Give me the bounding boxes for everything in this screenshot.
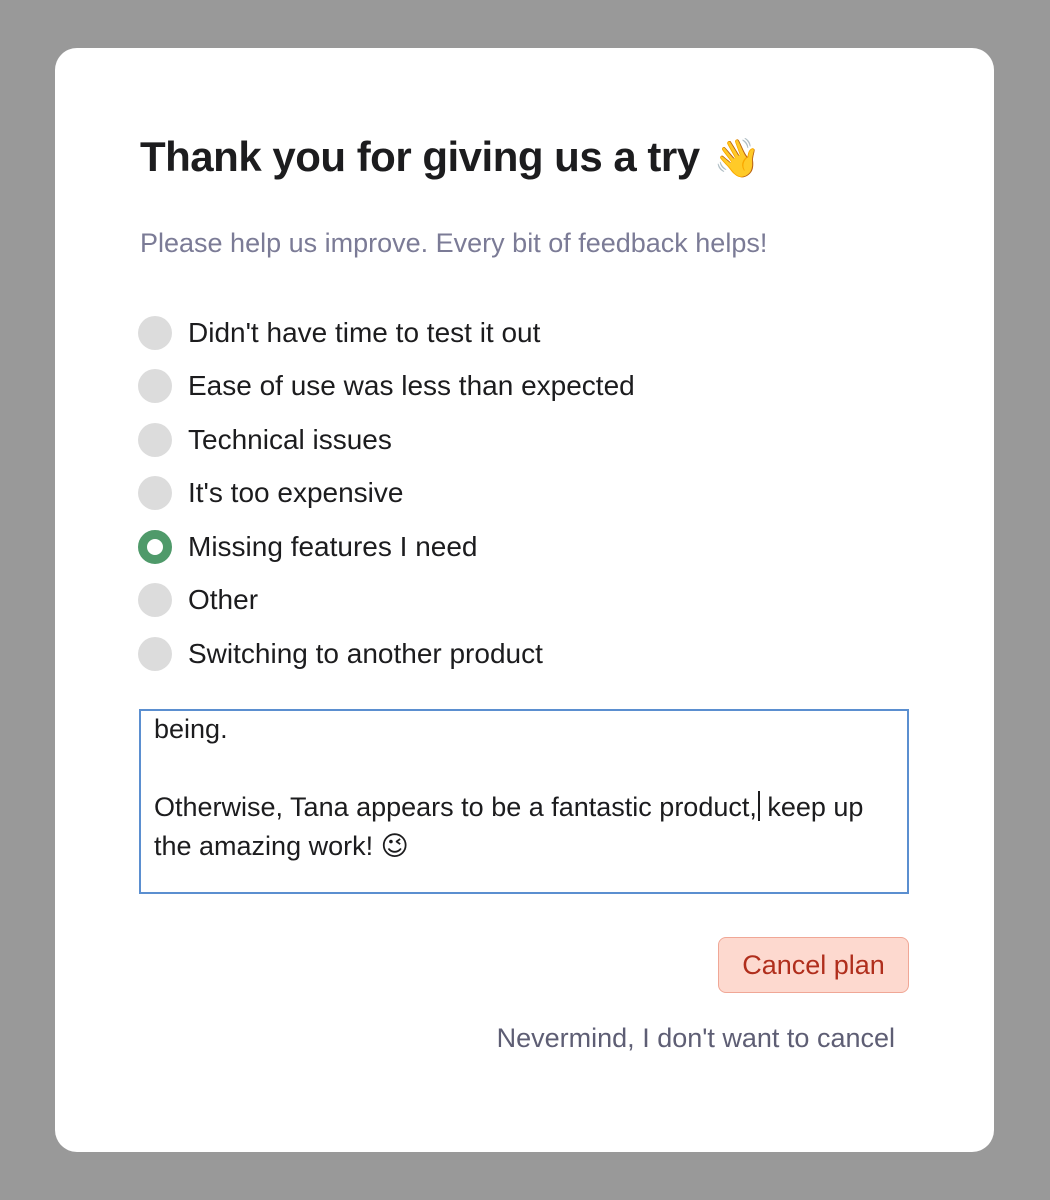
dialog-title: Thank you for giving us a try 👋 bbox=[140, 133, 761, 181]
radio-button[interactable] bbox=[138, 636, 172, 671]
reason-option-label: Switching to another product bbox=[188, 637, 543, 669]
reason-option-missing-features[interactable]: Missing features I need bbox=[138, 520, 898, 574]
reason-option-other[interactable]: Other bbox=[138, 574, 898, 628]
reason-option-ease-of-use[interactable]: Ease of use was less than expected bbox=[138, 360, 898, 414]
radio-button[interactable] bbox=[138, 315, 172, 350]
radio-button[interactable] bbox=[138, 369, 172, 404]
radio-button[interactable] bbox=[138, 583, 172, 618]
reason-option-too-expensive[interactable]: It's too expensive bbox=[138, 467, 898, 521]
reason-option-no-time[interactable]: Didn't have time to test it out bbox=[138, 306, 898, 360]
radio-button-selected[interactable] bbox=[138, 529, 172, 564]
feedback-textarea[interactable]: led me to decide to return to my Obsidia… bbox=[139, 709, 909, 894]
cancel-reason-radio-group: Didn't have time to test it out Ease of … bbox=[138, 306, 898, 681]
reason-option-label: Technical issues bbox=[188, 423, 392, 455]
radio-button[interactable] bbox=[138, 422, 172, 457]
reason-option-switching-product[interactable]: Switching to another product bbox=[138, 627, 898, 681]
reason-option-label: Other bbox=[188, 584, 259, 616]
reason-option-label: Missing features I need bbox=[188, 530, 478, 562]
reason-option-label: It's too expensive bbox=[188, 477, 404, 509]
feedback-text: led me to decide to return to my Obsidia… bbox=[154, 711, 889, 866]
cancel-plan-dialog: Thank you for giving us a try 👋 Please he… bbox=[55, 48, 994, 1152]
reason-option-label: Ease of use was less than expected bbox=[188, 370, 635, 402]
dialog-title-text: Thank you for giving us a try bbox=[140, 133, 700, 180]
waving-hand-icon: 👋 bbox=[713, 138, 761, 180]
reason-option-technical-issues[interactable]: Technical issues bbox=[138, 413, 898, 467]
dialog-subtitle: Please help us improve. Every bit of fee… bbox=[140, 228, 768, 258]
radio-button[interactable] bbox=[138, 476, 172, 511]
reason-option-label: Didn't have time to test it out bbox=[188, 316, 541, 348]
nevermind-link[interactable]: Nevermind, I don't want to cancel bbox=[445, 1023, 895, 1054]
cancel-plan-button[interactable]: Cancel plan bbox=[718, 937, 909, 993]
